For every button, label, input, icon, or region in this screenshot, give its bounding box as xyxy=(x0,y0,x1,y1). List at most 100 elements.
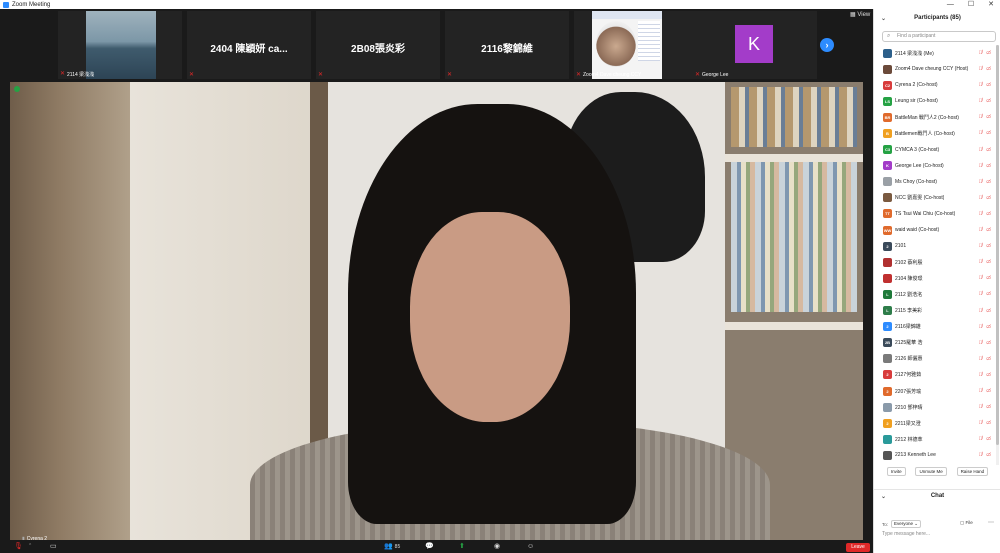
shelf-board xyxy=(725,154,863,162)
view-button[interactable]: ▦ View xyxy=(850,11,870,18)
participant-status: 🎙̸ ▭̸ xyxy=(979,324,991,330)
video-icon[interactable]: ▭ xyxy=(50,542,57,551)
video-off-icon: ▭̸ xyxy=(986,420,991,427)
participant-row[interactable]: 2104 陳俊璟 🎙̸ ▭̸ xyxy=(874,270,1000,286)
leave-button[interactable]: Leave xyxy=(846,543,870,552)
mic-muted-icon: ✕ xyxy=(576,71,582,78)
participant-row[interactable]: 2B 2125羅華 浩 🎙̸ ▭̸ xyxy=(874,335,1000,351)
participant-row[interactable]: 2 2101 🎙̸ ▭̸ xyxy=(874,238,1000,254)
chat-icon[interactable]: 💬 xyxy=(425,542,434,551)
video-off-icon: ▭̸ xyxy=(986,371,991,378)
participant-status: 🎙̸ ▭̸ xyxy=(979,179,991,185)
speaker-face xyxy=(410,212,570,422)
participant-row[interactable]: 2 2116梁錦雄 🎙̸ ▭̸ xyxy=(874,319,1000,335)
mic-muted-icon: 🎙̸ xyxy=(978,387,983,394)
maximize-button[interactable]: ☐ xyxy=(968,0,974,9)
participant-name: 2127何雅茹 xyxy=(895,372,922,379)
video-off-icon: ▭̸ xyxy=(986,194,991,201)
video-tile[interactable]: 2404 陳穎妍 ca... ✕ xyxy=(187,11,311,79)
mic-muted-icon: 🎙̸ xyxy=(978,404,983,411)
participant-status: 🎙̸ ▭̸ xyxy=(979,340,991,346)
scrollbar-thumb[interactable] xyxy=(996,45,999,445)
minimize-button[interactable]: — xyxy=(947,0,954,9)
participant-status: 🎙̸ ▭̸ xyxy=(979,98,991,104)
participant-row[interactable]: NCC 劉嘉雯 (Co-host) 🎙̸ ▭̸ xyxy=(874,190,1000,206)
mic-muted-icon: 🎙̸ xyxy=(978,259,983,266)
share-screen-icon[interactable]: ⬆ xyxy=(459,542,465,551)
participant-row[interactable]: 2210 鄧梓晴 🎙̸ ▭̸ xyxy=(874,399,1000,415)
participant-row[interactable]: LS Leung sir (Co-host) 🎙̸ ▭̸ xyxy=(874,93,1000,109)
participant-row[interactable]: 2 2211梁又澄 🎙̸ ▭̸ xyxy=(874,415,1000,431)
participant-row[interactable]: C3 CYMCA 3 (Co-host) 🎙̸ ▭̸ xyxy=(874,142,1000,158)
video-tile[interactable]: ✕ Zoom4 Dave cheung CCY xyxy=(574,11,698,79)
chevron-down-icon[interactable]: ⌄ xyxy=(881,15,886,22)
video-off-icon: ▭̸ xyxy=(986,404,991,411)
participant-search-input[interactable]: ⌕ Find a participant xyxy=(882,31,996,42)
next-page-button[interactable]: › xyxy=(820,38,834,52)
participant-row[interactable]: Ms Choy (Co-host) 🎙̸ ▭̸ xyxy=(874,174,1000,190)
tile-label: ✕ xyxy=(189,72,195,78)
participant-row[interactable]: 2213 Kenneth Lee 🎙̸ ▭̸ xyxy=(874,447,1000,463)
participant-name: Battlemen戰鬥人 (Co-host) xyxy=(895,131,955,138)
video-tile[interactable]: K ✕ George Lee xyxy=(693,11,817,79)
raise-hand-button[interactable]: Raise Hand xyxy=(956,467,989,476)
mic-muted-icon: 🎙̸ xyxy=(978,178,983,185)
participant-name: George Lee (Co-host) xyxy=(895,162,944,169)
participant-scrollbar[interactable] xyxy=(996,45,999,465)
participant-row[interactable]: BR BattleMan 戰鬥人2 (Co-host) 🎙̸ ▭̸ xyxy=(874,109,1000,125)
video-tile[interactable]: 2B08張炎彩 ✕ xyxy=(316,11,440,79)
participant-row[interactable]: 2212 林德萃 🎙̸ ▭̸ xyxy=(874,431,1000,447)
chat-to-label: To: xyxy=(882,521,889,527)
participant-status: 🎙̸ ▭̸ xyxy=(979,130,991,136)
participant-row[interactable]: C2 Cyrena 2 (Co-host) 🎙̸ ▭̸ xyxy=(874,77,1000,93)
background-wall xyxy=(10,82,130,540)
participant-row[interactable]: L 2112 劉浩洺 🎙̸ ▭̸ xyxy=(874,286,1000,302)
mic-muted-icon: 🎙̸ xyxy=(978,355,983,362)
tile-label: ✕ 2114 梁浅浅 xyxy=(60,71,95,78)
participants-button[interactable]: 👥 85 xyxy=(384,542,400,552)
participant-row[interactable]: 2102 蔡利殷 🎙̸ ▭̸ xyxy=(874,254,1000,270)
file-button[interactable]: ▢ File xyxy=(960,520,973,526)
participant-row[interactable]: 2126 師儷惠 🎙̸ ▭̸ xyxy=(874,351,1000,367)
record-icon[interactable]: ◉ xyxy=(494,542,500,551)
participant-status: 🎙̸ ▭̸ xyxy=(979,308,991,314)
participant-row[interactable]: B Battlemen戰鬥人 (Co-host) 🎙̸ ▭̸ xyxy=(874,125,1000,141)
avatar: 2 xyxy=(883,418,892,428)
participant-name: 2212 林德萃 xyxy=(895,436,923,443)
mic-muted-icon: 🎙̸ xyxy=(978,130,983,137)
chevron-down-icon[interactable]: ⌄ xyxy=(881,493,886,500)
participant-row[interactable]: L 2115 李美彩 🎙̸ ▭̸ xyxy=(874,303,1000,319)
participant-name: Leung sir (Co-host) xyxy=(895,98,938,105)
audio-options-icon[interactable]: ⌃ xyxy=(28,542,32,551)
avatar: 2 xyxy=(883,322,892,332)
unmute-me-button[interactable]: Unmute Me xyxy=(915,467,947,476)
video-tile[interactable]: ✕ 2114 梁浅浅 xyxy=(58,11,182,79)
video-off-icon: ▭̸ xyxy=(986,291,991,298)
reactions-icon[interactable]: ☺ xyxy=(527,542,534,551)
participant-row[interactable]: WW waid waid (Co-host) 🎙̸ ▭̸ xyxy=(874,222,1000,238)
participant-row[interactable]: Zoom4 Dave cheung CCY (Host) 🎙̸ ▭̸ xyxy=(874,61,1000,77)
participant-name: NCC 劉嘉雯 (Co-host) xyxy=(895,195,945,202)
more-options-icon[interactable]: ⋯ xyxy=(988,519,994,526)
video-off-icon: ▭̸ xyxy=(986,275,991,282)
security-shield-icon[interactable] xyxy=(14,86,20,92)
avatar: K xyxy=(735,25,773,63)
recipient-select[interactable]: Everyone ⌄ xyxy=(891,520,922,528)
participant-row[interactable]: TT TS Tsui Wai Chiu (Co-host) 🎙̸ ▭̸ xyxy=(874,206,1000,222)
mic-muted-icon: ✕ xyxy=(189,72,195,78)
participant-row[interactable]: 2 2207張芳瑜 🎙̸ ▭̸ xyxy=(874,383,1000,399)
participant-row[interactable]: 2 2127何雅茹 🎙̸ ▭̸ xyxy=(874,367,1000,383)
close-button[interactable]: ✕ xyxy=(988,0,994,9)
avatar xyxy=(883,273,892,283)
video-tile[interactable]: 2116黎錦維 ✕ xyxy=(445,11,569,79)
invite-button[interactable]: Invite xyxy=(886,467,906,476)
chat-message-input[interactable]: Type message here... xyxy=(882,531,996,537)
video-off-icon: ▭̸ xyxy=(986,82,991,89)
participant-row[interactable]: 2114 梁浅浅 (Me) 🎙̸ ▭̸ xyxy=(874,45,1000,61)
mic-muted-icon: ✕ xyxy=(60,71,66,77)
avatar: WW xyxy=(883,225,892,235)
mic-icon[interactable]: 🎙 xyxy=(14,542,23,551)
participant-row[interactable]: K George Lee (Co-host) 🎙̸ ▭̸ xyxy=(874,158,1000,174)
participant-name: 2102 蔡利殷 xyxy=(895,259,923,266)
video-off-icon: ▭̸ xyxy=(986,162,991,169)
